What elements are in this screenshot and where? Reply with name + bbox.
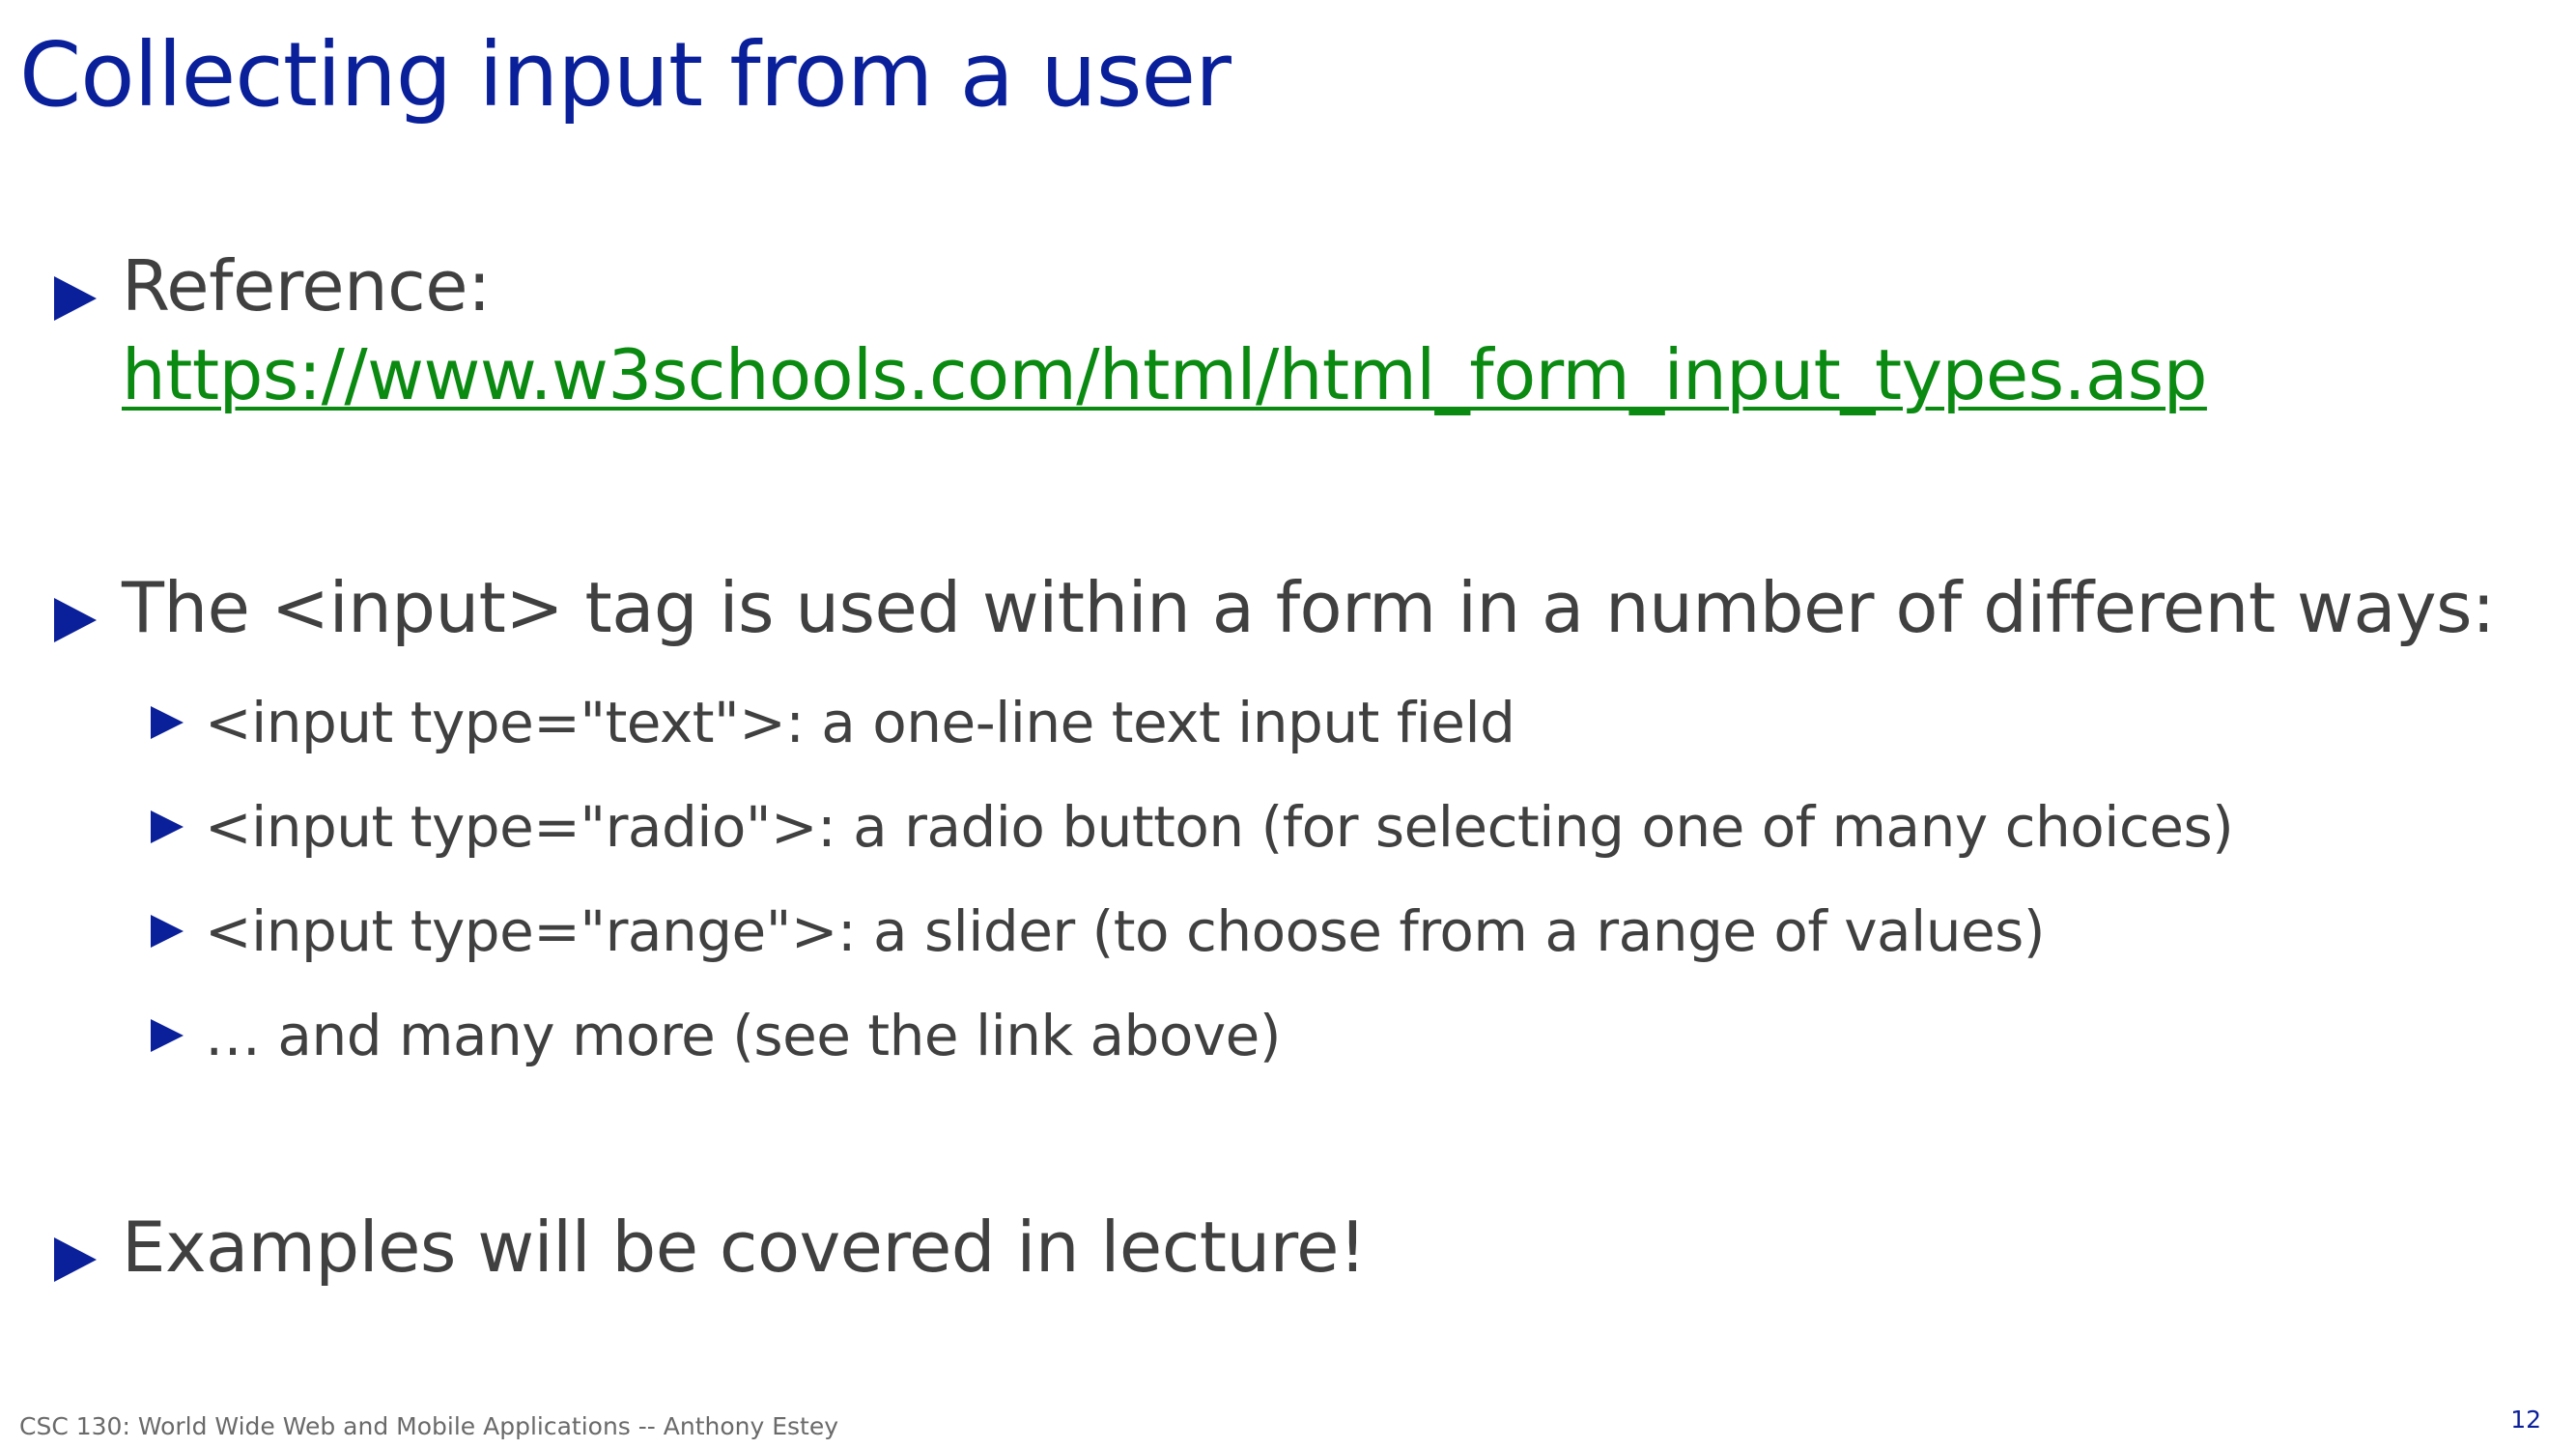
sub-item-label: <input type="radio">: a radio button (fo… [205, 794, 2234, 860]
triangle-right-icon [151, 706, 184, 739]
examples-label: Examples will be covered in lecture! [122, 1207, 1367, 1288]
triangle-right-icon [151, 810, 184, 843]
bullet-reference: Reference: https://www.w3schools.com/htm… [54, 242, 2207, 419]
sub-item-label: <input type="range">: a slider (to choos… [205, 898, 2046, 964]
triangle-right-icon [151, 915, 184, 948]
sub-item-range: <input type="range">: a slider (to choos… [151, 890, 2046, 973]
slide-title: Collecting input from a user [19, 23, 1231, 127]
sub-item-label: … and many more (see the link above) [205, 1003, 1282, 1068]
reference-label: Reference: [122, 245, 491, 327]
triangle-right-icon [54, 598, 97, 642]
triangle-right-icon [54, 276, 97, 321]
triangle-right-icon [151, 1019, 184, 1052]
input-tag-label: The <input> tag is used within a form in… [122, 567, 2495, 648]
page-number: 12 [2510, 1406, 2541, 1434]
sub-item-radio: <input type="radio">: a radio button (fo… [151, 785, 2234, 868]
footer-course: CSC 130: World Wide Web and Mobile Appli… [19, 1412, 839, 1440]
bullet-input-tag: The <input> tag is used within a form in… [54, 563, 2495, 652]
triangle-right-icon [54, 1237, 97, 1282]
sub-item-text: <input type="text">: a one-line text inp… [151, 681, 1515, 764]
sub-item-label: <input type="text">: a one-line text inp… [205, 690, 1515, 755]
bullet-examples: Examples will be covered in lecture! [54, 1203, 1367, 1292]
reference-link[interactable]: https://www.w3schools.com/html/html_form… [122, 330, 2207, 419]
sub-item-more: … and many more (see the link above) [151, 994, 1282, 1077]
